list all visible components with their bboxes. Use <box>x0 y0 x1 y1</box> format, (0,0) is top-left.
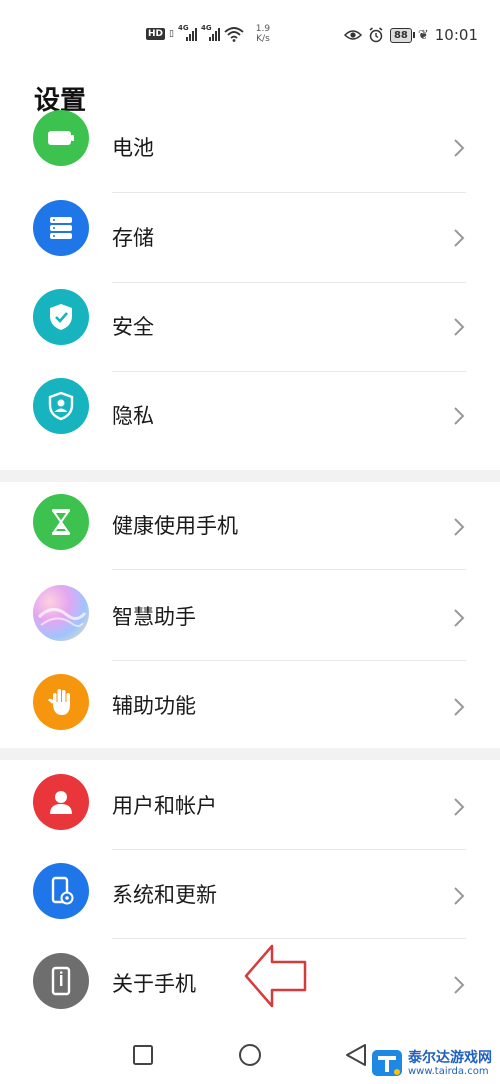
settings-item-security[interactable]: 安全 <box>0 289 500 382</box>
settings-item-label: 用户和帐户 <box>112 794 217 818</box>
chevron-right-icon <box>454 139 465 157</box>
settings-item-label: 系统和更新 <box>112 883 217 907</box>
watermark: 泰尔达游戏网 www.tairda.com <box>370 1048 492 1078</box>
watermark-title: 泰尔达游戏网 <box>408 1049 492 1066</box>
clock: 10:01 <box>434 26 478 44</box>
battery-indicator: 88 <box>389 27 415 43</box>
chevron-right-icon <box>454 229 465 247</box>
red-arrow-annotation <box>244 944 307 1008</box>
hand-icon <box>33 674 89 730</box>
watermark-url: www.tairda.com <box>408 1065 489 1077</box>
group-separator <box>0 748 500 760</box>
settings-item-label: 健康使用手机 <box>112 514 238 538</box>
group-separator <box>0 470 500 482</box>
privacy-shield-icon <box>33 378 89 434</box>
wifi-icon <box>224 27 244 42</box>
settings-item-label: 隐私 <box>112 404 154 428</box>
chevron-right-icon <box>454 609 465 627</box>
status-right: 88 ❦ 10:01 <box>343 26 478 44</box>
chevron-right-icon <box>454 698 465 716</box>
watermark-logo <box>372 1050 402 1076</box>
status-left: HD ▯ 4G 4G 1.9 K/s <box>146 24 274 44</box>
user-icon <box>33 774 89 830</box>
settings-item-digital-balance[interactable]: 健康使用手机 <box>0 482 500 571</box>
recent-apps-square-icon[interactable] <box>130 1042 156 1068</box>
chevron-right-icon <box>454 518 465 536</box>
power-saving-leaf-icon: ❦ <box>417 27 429 43</box>
smart-assistant-icon <box>33 585 89 641</box>
settings-item-users-accounts[interactable]: 用户和帐户 <box>0 760 500 850</box>
settings-item-label: 电池 <box>112 136 154 160</box>
system-update-icon <box>33 863 89 919</box>
phone-info-icon <box>33 953 89 1009</box>
settings-item-accessibility[interactable]: 辅助功能 <box>0 660 500 749</box>
alarm-icon <box>369 27 383 43</box>
hd-badge: HD <box>146 28 166 40</box>
eye-icon <box>343 30 362 40</box>
chevron-right-icon <box>454 976 465 994</box>
storage-icon <box>33 200 89 256</box>
chevron-right-icon <box>454 798 465 816</box>
chevron-right-icon <box>454 407 465 425</box>
settings-item-privacy[interactable]: 隐私 <box>0 378 500 471</box>
chevron-right-icon <box>454 318 465 336</box>
home-circle-icon[interactable] <box>237 1042 263 1068</box>
cell-signal-icon: 4G <box>178 24 197 41</box>
settings-item-label: 安全 <box>112 315 154 339</box>
network-speed: 1.9 K/s <box>255 24 271 44</box>
settings-item-storage[interactable]: 存储 <box>0 200 500 293</box>
chevron-right-icon <box>454 887 465 905</box>
battery-icon <box>33 110 89 166</box>
settings-item-smart-assistant[interactable]: 智慧助手 <box>0 571 500 661</box>
settings-item-battery[interactable]: 电池 <box>0 110 500 203</box>
status-bar: HD ▯ 4G 4G 1.9 K/s 88 ❦ 10:01 <box>0 0 500 70</box>
settings-item-label: 关于手机 <box>112 972 196 996</box>
cell-signal-icon-2: 4G <box>201 24 220 41</box>
settings-item-label: 存储 <box>112 226 154 250</box>
navigation-bar: 泰尔达游戏网 www.tairda.com <box>0 1020 500 1084</box>
settings-item-label: 辅助功能 <box>112 694 196 718</box>
settings-item-system-update[interactable]: 系统和更新 <box>0 849 500 939</box>
security-shield-icon <box>33 289 89 345</box>
hourglass-icon <box>33 494 89 550</box>
back-triangle-icon[interactable] <box>343 1042 369 1068</box>
settings-item-label: 智慧助手 <box>112 605 196 629</box>
